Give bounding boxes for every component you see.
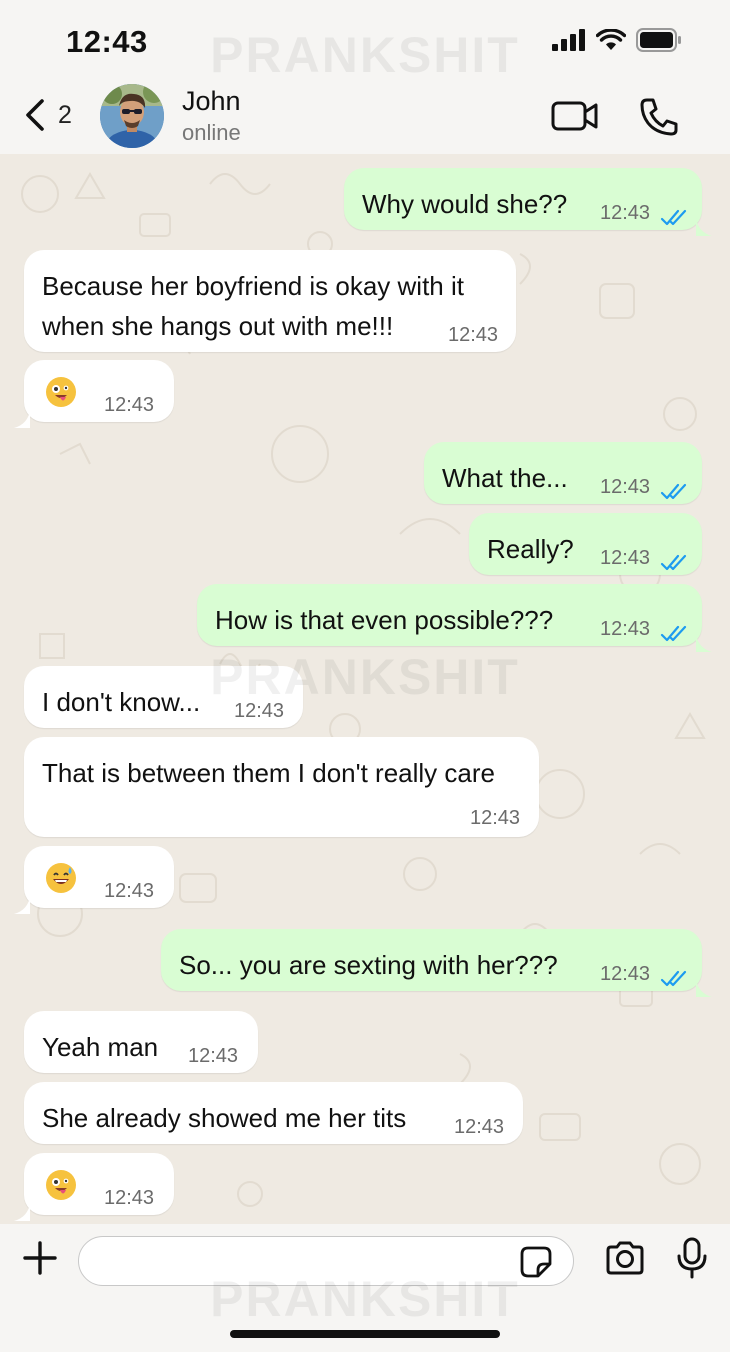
incoming-message[interactable]: Yeah man 12:43 xyxy=(24,1011,258,1073)
wifi-icon xyxy=(596,29,626,50)
signal-icon xyxy=(552,29,585,51)
message-text: She already showed me her tits xyxy=(42,1103,407,1133)
message-time: 12:43 xyxy=(234,700,285,722)
status-time: 12:43 xyxy=(66,24,148,59)
message-time: 12:43 xyxy=(104,880,155,902)
read-receipt-icon xyxy=(660,549,688,580)
sticker-icon xyxy=(520,1246,552,1278)
status-bar: 12:43 xyxy=(0,0,730,80)
message-time: 12:43 xyxy=(454,1116,505,1138)
chat-area[interactable]: Why would she?? 12:43 Because her boyfrien… xyxy=(0,154,730,1224)
grinning-sweat-face-emoji-icon xyxy=(46,863,76,893)
message-time: 12:43 xyxy=(600,618,651,640)
message-text: Because her boyfriend is okay with it wh… xyxy=(42,271,464,341)
bubble-tail xyxy=(696,212,712,236)
message-text: How is that even possible??? xyxy=(215,605,554,635)
microphone-button[interactable] xyxy=(676,1237,708,1284)
incoming-message[interactable]: Because her boyfriend is okay with it wh… xyxy=(24,250,516,352)
read-receipt-icon xyxy=(660,620,688,651)
message-time: 12:43 xyxy=(104,1187,155,1209)
message-time: 12:43 xyxy=(188,1045,239,1067)
composer xyxy=(0,1224,730,1352)
read-receipt-icon xyxy=(660,965,688,996)
bubble-tail xyxy=(696,628,712,652)
avatar[interactable] xyxy=(100,84,164,148)
home-indicator xyxy=(230,1330,500,1338)
zany-face-emoji-icon xyxy=(46,1170,76,1200)
message-time: 12:43 xyxy=(448,324,499,346)
message-text: What the... xyxy=(442,463,568,493)
contact-name[interactable]: John xyxy=(182,86,241,117)
outgoing-message[interactable]: Why would she?? 12:43 xyxy=(344,168,712,236)
video-camera-icon xyxy=(551,101,598,131)
message-time: 12:43 xyxy=(104,394,155,416)
battery-icon xyxy=(636,28,681,52)
camera-button[interactable] xyxy=(604,1240,646,1281)
chat-header: 2 John online xyxy=(0,80,730,154)
message-time: 12:43 xyxy=(470,807,521,829)
message-list: Why would she?? 12:43 Because her boyfrien… xyxy=(0,154,730,1224)
contact-status: online xyxy=(182,120,241,145)
message-text: I don't know... xyxy=(42,687,201,717)
phone-icon xyxy=(640,98,678,136)
read-receipt-icon xyxy=(660,204,688,235)
attach-button[interactable] xyxy=(22,1240,58,1281)
message-text: Really? xyxy=(487,534,574,564)
voice-call-button[interactable] xyxy=(638,96,680,143)
plus-icon xyxy=(23,1241,57,1275)
incoming-message[interactable]: 12:43 xyxy=(14,360,174,428)
outgoing-message[interactable]: How is that even possible??? 12:43 xyxy=(197,584,712,652)
unread-count: 2 xyxy=(58,100,72,129)
outgoing-message[interactable]: So... you are sexting with her??? 12:43 xyxy=(161,929,712,997)
incoming-message[interactable]: That is between them I don't really care… xyxy=(24,737,539,837)
bubble-tail xyxy=(14,890,30,914)
message-text: That is between them I don't really care xyxy=(42,758,495,788)
status-icons xyxy=(552,28,682,52)
message-time: 12:43 xyxy=(600,547,651,569)
message-input[interactable] xyxy=(78,1236,574,1286)
incoming-message[interactable]: She already showed me her tits 12:43 xyxy=(24,1082,523,1144)
avatar-image xyxy=(100,84,164,148)
outgoing-message[interactable]: Really? 12:43 xyxy=(469,513,702,575)
incoming-message[interactable]: 12:43 xyxy=(14,1153,174,1221)
incoming-message[interactable]: 12:43 xyxy=(14,846,174,914)
message-text: So... you are sexting with her??? xyxy=(179,950,558,980)
read-receipt-icon xyxy=(660,478,688,509)
sticker-button[interactable] xyxy=(520,1246,552,1283)
camera-icon xyxy=(606,1241,644,1275)
zany-face-emoji-icon xyxy=(46,377,76,407)
bubble-tail xyxy=(14,1197,30,1221)
bubble-tail xyxy=(696,973,712,997)
message-time: 12:43 xyxy=(600,476,651,498)
message-text: Yeah man xyxy=(42,1032,159,1062)
chevron-left-icon xyxy=(26,99,44,131)
bubble-tail xyxy=(14,404,30,428)
back-button[interactable]: 2 xyxy=(24,98,72,132)
video-call-button[interactable] xyxy=(550,98,600,139)
outgoing-message[interactable]: What the... 12:43 xyxy=(424,442,702,504)
microphone-icon xyxy=(677,1237,707,1279)
message-time: 12:43 xyxy=(600,202,651,224)
incoming-message[interactable]: I don't know... 12:43 xyxy=(24,666,303,728)
message-time: 12:43 xyxy=(600,963,651,985)
message-text: Why would she?? xyxy=(362,189,568,219)
